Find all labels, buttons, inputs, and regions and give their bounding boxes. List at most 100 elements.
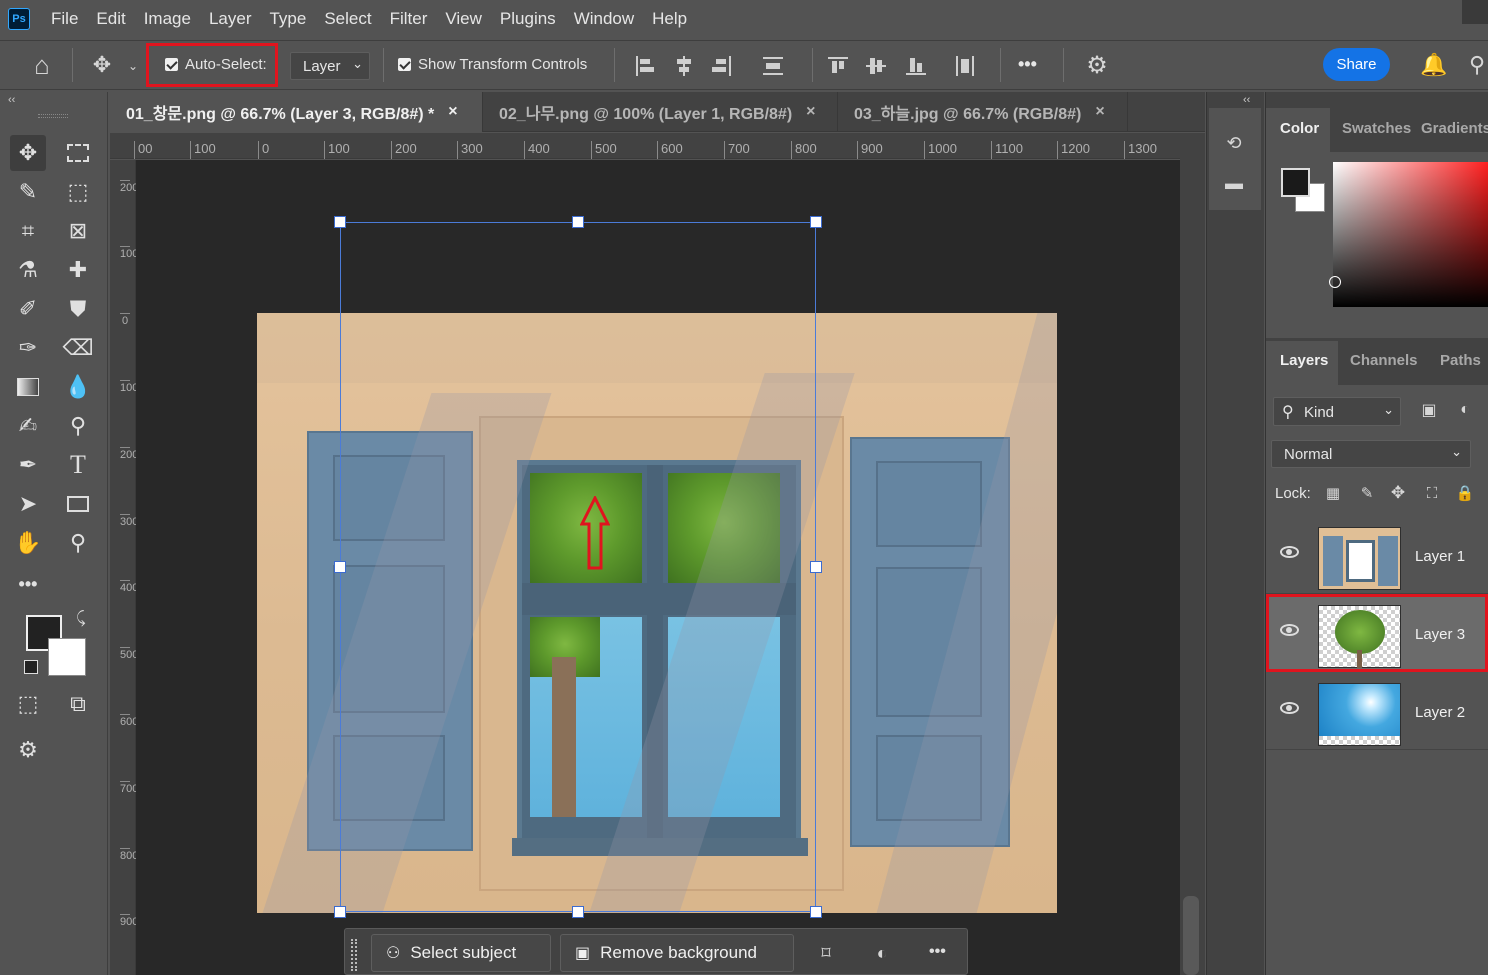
- tab-02[interactable]: 02_나무.png @ 100% (Layer 1, RGB/8#) ×: [483, 92, 838, 132]
- transform-handle[interactable]: [810, 906, 822, 918]
- object-select-tool-icon[interactable]: ⬚: [60, 174, 96, 210]
- grip-icon[interactable]: [38, 114, 68, 118]
- crop-tool-icon[interactable]: ⌗: [10, 213, 46, 249]
- menu-filter[interactable]: Filter: [381, 9, 437, 29]
- more-options-button[interactable]: •••: [1018, 54, 1037, 75]
- tab-layers[interactable]: Layers: [1280, 352, 1328, 369]
- expand-icon[interactable]: ‹‹: [1243, 94, 1250, 106]
- default-colors-icon[interactable]: [24, 660, 38, 674]
- transform-handle[interactable]: [572, 906, 584, 918]
- foreground-color-swatch[interactable]: [1281, 168, 1310, 197]
- menu-type[interactable]: Type: [260, 9, 315, 29]
- lock-brush-icon[interactable]: ✎: [1356, 482, 1378, 504]
- menu-view[interactable]: View: [436, 9, 491, 29]
- show-transform-checkbox[interactable]: Show Transform Controls: [398, 56, 587, 73]
- eye-icon[interactable]: [1280, 702, 1299, 714]
- layer-row-2[interactable]: Layer 2: [1266, 674, 1488, 750]
- transform-icon[interactable]: ⌑: [813, 939, 839, 967]
- blend-mode-dropdown[interactable]: Normal ⌄: [1271, 440, 1471, 468]
- tab-swatches[interactable]: Swatches: [1342, 120, 1411, 137]
- close-icon[interactable]: ×: [1095, 103, 1104, 121]
- menu-select[interactable]: Select: [315, 9, 380, 29]
- vertical-scrollbar[interactable]: [1180, 133, 1205, 975]
- checkbox-icon[interactable]: [398, 58, 411, 71]
- collapse-icon[interactable]: ‹‹: [8, 94, 15, 106]
- align-bottom-icon[interactable]: [906, 58, 926, 75]
- layer-filter-kind[interactable]: ⚲ Kind ⌄: [1273, 397, 1401, 426]
- tab-paths[interactable]: Paths: [1440, 352, 1481, 369]
- bell-icon[interactable]: 🔔: [1418, 50, 1450, 80]
- menu-image[interactable]: Image: [135, 9, 200, 29]
- menu-file[interactable]: File: [42, 9, 87, 29]
- transform-handle[interactable]: [810, 561, 822, 573]
- more-options-button[interactable]: •••: [929, 943, 946, 961]
- color-picker-cursor[interactable]: [1329, 276, 1341, 288]
- gear-icon[interactable]: ⚙: [1082, 50, 1112, 80]
- frame-tool-icon[interactable]: ⊠: [60, 213, 96, 249]
- brush-tool-icon[interactable]: ✐: [10, 291, 46, 327]
- lock-pixels-icon[interactable]: ▦: [1322, 482, 1344, 504]
- auto-select-target-dropdown[interactable]: Layer ⌄: [290, 52, 370, 80]
- screen-mode-icon[interactable]: ⧉: [60, 686, 96, 722]
- layer-row-1[interactable]: Layer 1: [1266, 518, 1488, 594]
- tab-03[interactable]: 03_하늘.jpg @ 66.7% (RGB/8#) ×: [838, 92, 1128, 132]
- menu-edit[interactable]: Edit: [87, 9, 134, 29]
- type-tool-icon[interactable]: T: [60, 447, 96, 483]
- eye-icon[interactable]: [1280, 546, 1299, 558]
- menu-plugins[interactable]: Plugins: [491, 9, 565, 29]
- image-filter-icon[interactable]: ▣: [1418, 399, 1440, 421]
- transform-handle[interactable]: [334, 906, 346, 918]
- quick-mask-icon[interactable]: ⬚: [10, 686, 46, 722]
- tab-color[interactable]: Color: [1280, 120, 1319, 137]
- grip-icon[interactable]: [351, 939, 357, 971]
- transform-handle[interactable]: [334, 216, 346, 228]
- tab-gradients[interactable]: Gradients: [1421, 120, 1488, 137]
- lock-all-icon[interactable]: 🔒: [1454, 482, 1476, 504]
- transform-handle[interactable]: [334, 561, 346, 573]
- healing-brush-tool-icon[interactable]: ✚: [60, 252, 96, 288]
- close-icon[interactable]: ×: [448, 103, 457, 121]
- rectangle-tool-icon[interactable]: [60, 486, 96, 522]
- window-control[interactable]: [1462, 0, 1488, 24]
- zoom-lens-tool-icon[interactable]: ⚲: [60, 408, 96, 444]
- marquee-tool-icon[interactable]: [60, 135, 96, 171]
- align-left-icon[interactable]: [636, 56, 654, 76]
- scrollbar-thumb[interactable]: [1183, 896, 1199, 975]
- clone-stamp-tool-icon[interactable]: ⛊: [60, 291, 96, 327]
- tab-01[interactable]: 01_창문.png @ 66.7% (Layer 3, RGB/8#) * ×: [110, 92, 483, 132]
- history-icon[interactable]: ⟲: [1221, 130, 1247, 156]
- menu-help[interactable]: Help: [643, 9, 696, 29]
- quick-select-tool-icon[interactable]: ✎: [10, 174, 46, 210]
- lock-artboard-icon[interactable]: ⛶: [1421, 482, 1443, 504]
- pen-tool-icon[interactable]: ✒: [10, 447, 46, 483]
- select-subject-button[interactable]: ⚇ Select subject: [371, 934, 551, 972]
- background-color-swatch[interactable]: [48, 638, 86, 676]
- path-select-tool-icon[interactable]: ➤: [10, 486, 46, 522]
- adjustment-icon[interactable]: ◐: [869, 939, 895, 967]
- search-icon[interactable]: ⚲: [1465, 50, 1488, 80]
- align-top-icon[interactable]: [828, 57, 848, 73]
- chevron-down-icon[interactable]: ⌄: [126, 56, 140, 76]
- eraser-tool-icon[interactable]: ⌫: [60, 330, 96, 366]
- adjustment-filter-icon[interactable]: ◐: [1454, 399, 1476, 421]
- zoom-tool-icon[interactable]: ⚲: [60, 525, 96, 561]
- home-icon[interactable]: ⌂: [24, 50, 60, 80]
- distribute-icon[interactable]: [763, 57, 783, 75]
- color-picker-field[interactable]: [1333, 162, 1488, 307]
- move-tool-icon[interactable]: ✥: [10, 135, 46, 171]
- hand-tool-icon[interactable]: ✋: [10, 525, 46, 561]
- menu-layer[interactable]: Layer: [200, 9, 261, 29]
- distribute-v-icon[interactable]: [956, 56, 974, 76]
- eyedropper-tool-icon[interactable]: ⚗: [10, 252, 46, 288]
- remove-background-button[interactable]: ▣ Remove background: [560, 934, 794, 972]
- move-tool-icon[interactable]: ✥: [88, 50, 116, 80]
- dodge-tool-icon[interactable]: ✍: [10, 408, 46, 444]
- lock-position-icon[interactable]: ✥: [1387, 482, 1409, 504]
- generative-icon[interactable]: ⚙: [10, 732, 46, 768]
- share-button[interactable]: Share: [1323, 48, 1390, 81]
- transform-handle[interactable]: [572, 216, 584, 228]
- transform-handle[interactable]: [810, 216, 822, 228]
- more-tools-icon[interactable]: •••: [10, 566, 46, 602]
- blur-tool-icon[interactable]: 💧: [60, 369, 96, 405]
- tab-channels[interactable]: Channels: [1350, 352, 1418, 369]
